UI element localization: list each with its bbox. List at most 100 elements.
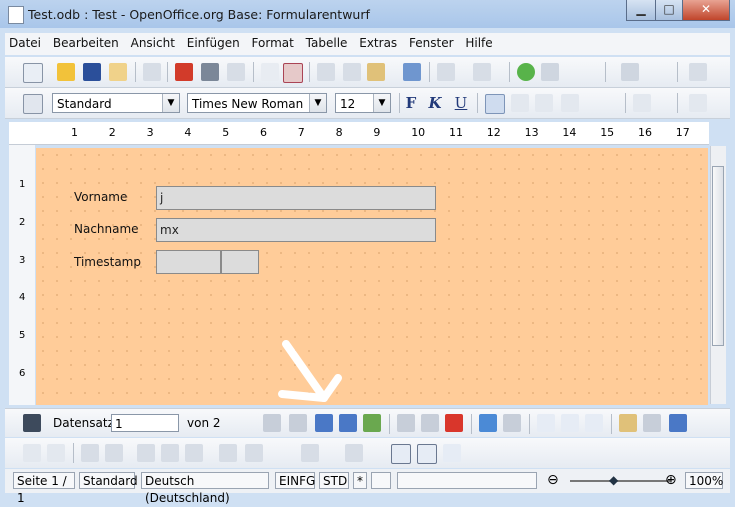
page-preview-icon[interactable]	[227, 63, 245, 81]
menu-tabelle[interactable]: Tabelle	[302, 33, 352, 50]
zoom-in-icon[interactable]: ⊕	[665, 472, 677, 488]
previous-record-icon[interactable]	[289, 414, 307, 432]
styles-icon[interactable]	[23, 94, 43, 114]
undo-record-icon[interactable]	[421, 414, 439, 432]
position-icon[interactable]	[245, 444, 263, 462]
paragraph-style-select[interactable]: Standard ▼	[52, 93, 180, 113]
page-style[interactable]: Standard	[79, 472, 138, 489]
autospellcheck-icon[interactable]	[283, 63, 303, 83]
open-design-icon[interactable]	[185, 444, 203, 462]
first-record-icon[interactable]	[263, 414, 281, 432]
zoom-slider[interactable]	[570, 480, 670, 482]
maximize-button[interactable]: □	[655, 0, 683, 21]
ruler-tick: 2	[19, 216, 26, 228]
undo-icon[interactable]	[437, 63, 455, 81]
align-center-icon[interactable]	[511, 94, 529, 112]
menu-bearbeiten[interactable]: Bearbeiten	[49, 33, 123, 50]
open-folder-icon[interactable]	[57, 63, 75, 81]
email-icon[interactable]	[109, 63, 127, 81]
form-design-icon[interactable]	[689, 63, 707, 81]
vertical-scrollbar[interactable]	[710, 146, 726, 404]
separator	[309, 62, 310, 82]
vertical-ruler: 1 2 3 4 5 6	[9, 145, 35, 405]
clone-formatting-icon[interactable]	[403, 63, 421, 81]
bold-button[interactable]: F	[401, 94, 421, 112]
language-indicator[interactable]: Deutsch (Deutschland)	[141, 472, 269, 505]
tab-order-icon[interactable]	[137, 444, 155, 462]
delete-record-icon[interactable]	[445, 414, 463, 432]
export-pdf-icon[interactable]	[175, 63, 193, 81]
print-icon[interactable]	[201, 63, 219, 81]
spellcheck-icon[interactable]	[261, 63, 279, 81]
anchor-icon[interactable]	[301, 444, 319, 462]
justify-icon[interactable]	[561, 94, 579, 112]
sort-icon[interactable]	[537, 414, 555, 432]
align-right-icon[interactable]	[535, 94, 553, 112]
underline-button[interactable]: U	[451, 94, 471, 112]
select-cursor-icon[interactable]	[633, 94, 651, 112]
separator	[389, 414, 390, 434]
copy-icon[interactable]	[343, 63, 361, 81]
edit-file-icon[interactable]	[143, 63, 161, 81]
cut-icon[interactable]	[317, 63, 335, 81]
page-indicator[interactable]: Seite 1 / 1	[13, 472, 75, 505]
sort-descending-icon[interactable]	[585, 414, 603, 432]
redo-icon[interactable]	[473, 63, 491, 81]
sort-ascending-icon[interactable]	[561, 414, 579, 432]
select-icon[interactable]	[23, 444, 41, 462]
standard-filter-icon[interactable]	[669, 414, 687, 432]
menu-datei[interactable]: Datei	[5, 33, 45, 50]
timestamp-time-field[interactable]	[221, 250, 259, 274]
form-canvas[interactable]: Vorname j Nachname mx Timestamp	[36, 148, 708, 405]
font-size-select[interactable]: 12 ▼	[335, 93, 391, 113]
zoom-out-icon[interactable]: ⊖	[547, 472, 559, 488]
refresh-control-icon[interactable]	[503, 414, 521, 432]
guides-icon[interactable]	[443, 444, 461, 462]
menu-einfuegen[interactable]: Einfügen	[183, 33, 244, 50]
menu-fenster[interactable]: Fenster	[405, 33, 458, 50]
apply-filter-icon[interactable]	[643, 414, 661, 432]
zoom-level[interactable]: 100%	[685, 472, 723, 489]
autofilter-icon[interactable]	[619, 414, 637, 432]
add-field-icon[interactable]	[161, 444, 179, 462]
font-name-select[interactable]: Times New Roman ▼	[187, 93, 327, 113]
menu-hilfe[interactable]: Hilfe	[461, 33, 496, 50]
table-icon[interactable]	[541, 63, 559, 81]
italic-button[interactable]: K	[425, 94, 445, 112]
align-left-icon[interactable]	[485, 94, 505, 114]
refresh-icon[interactable]	[479, 414, 497, 432]
menu-extras[interactable]: Extras	[355, 33, 401, 50]
close-button[interactable]: ✕	[682, 0, 730, 21]
form-icon[interactable]	[105, 444, 123, 462]
nachname-field[interactable]: mx	[156, 218, 436, 242]
save-icon[interactable]	[83, 63, 101, 81]
paste-icon[interactable]	[367, 63, 385, 81]
navigator-form-icon[interactable]	[219, 444, 237, 462]
minimize-button[interactable]: ▁	[626, 0, 656, 21]
table-grid-icon[interactable]	[621, 63, 639, 81]
insert-mode[interactable]: EINFG	[275, 472, 315, 489]
show-grid-icon[interactable]	[391, 444, 411, 464]
record-number-input[interactable]: 1	[111, 414, 179, 432]
design-mode-icon[interactable]	[47, 444, 65, 462]
save-record-icon[interactable]	[397, 414, 415, 432]
vorname-field[interactable]: j	[156, 186, 436, 210]
new-record-icon[interactable]	[363, 414, 381, 432]
menu-ansicht[interactable]: Ansicht	[127, 33, 179, 50]
menu-format[interactable]: Format	[248, 33, 298, 50]
wrap-icon[interactable]	[345, 444, 363, 462]
selection-mode[interactable]: STD	[319, 472, 349, 489]
scroll-thumb[interactable]	[712, 166, 724, 346]
snap-to-grid-icon[interactable]	[417, 444, 437, 464]
chevron-down-icon: ▼	[162, 94, 179, 112]
last-record-icon[interactable]	[339, 414, 357, 432]
next-record-icon[interactable]	[315, 414, 333, 432]
control-icon[interactable]	[81, 444, 99, 462]
zoom-thumb[interactable]: ◆	[609, 473, 618, 487]
new-document-icon[interactable]	[23, 63, 43, 83]
spin-button-icon[interactable]	[689, 94, 707, 112]
timestamp-date-field[interactable]	[156, 250, 221, 274]
binoculars-icon[interactable]	[23, 414, 41, 432]
ruler-tick: 1	[19, 179, 26, 190]
navigator-icon[interactable]	[517, 63, 535, 81]
